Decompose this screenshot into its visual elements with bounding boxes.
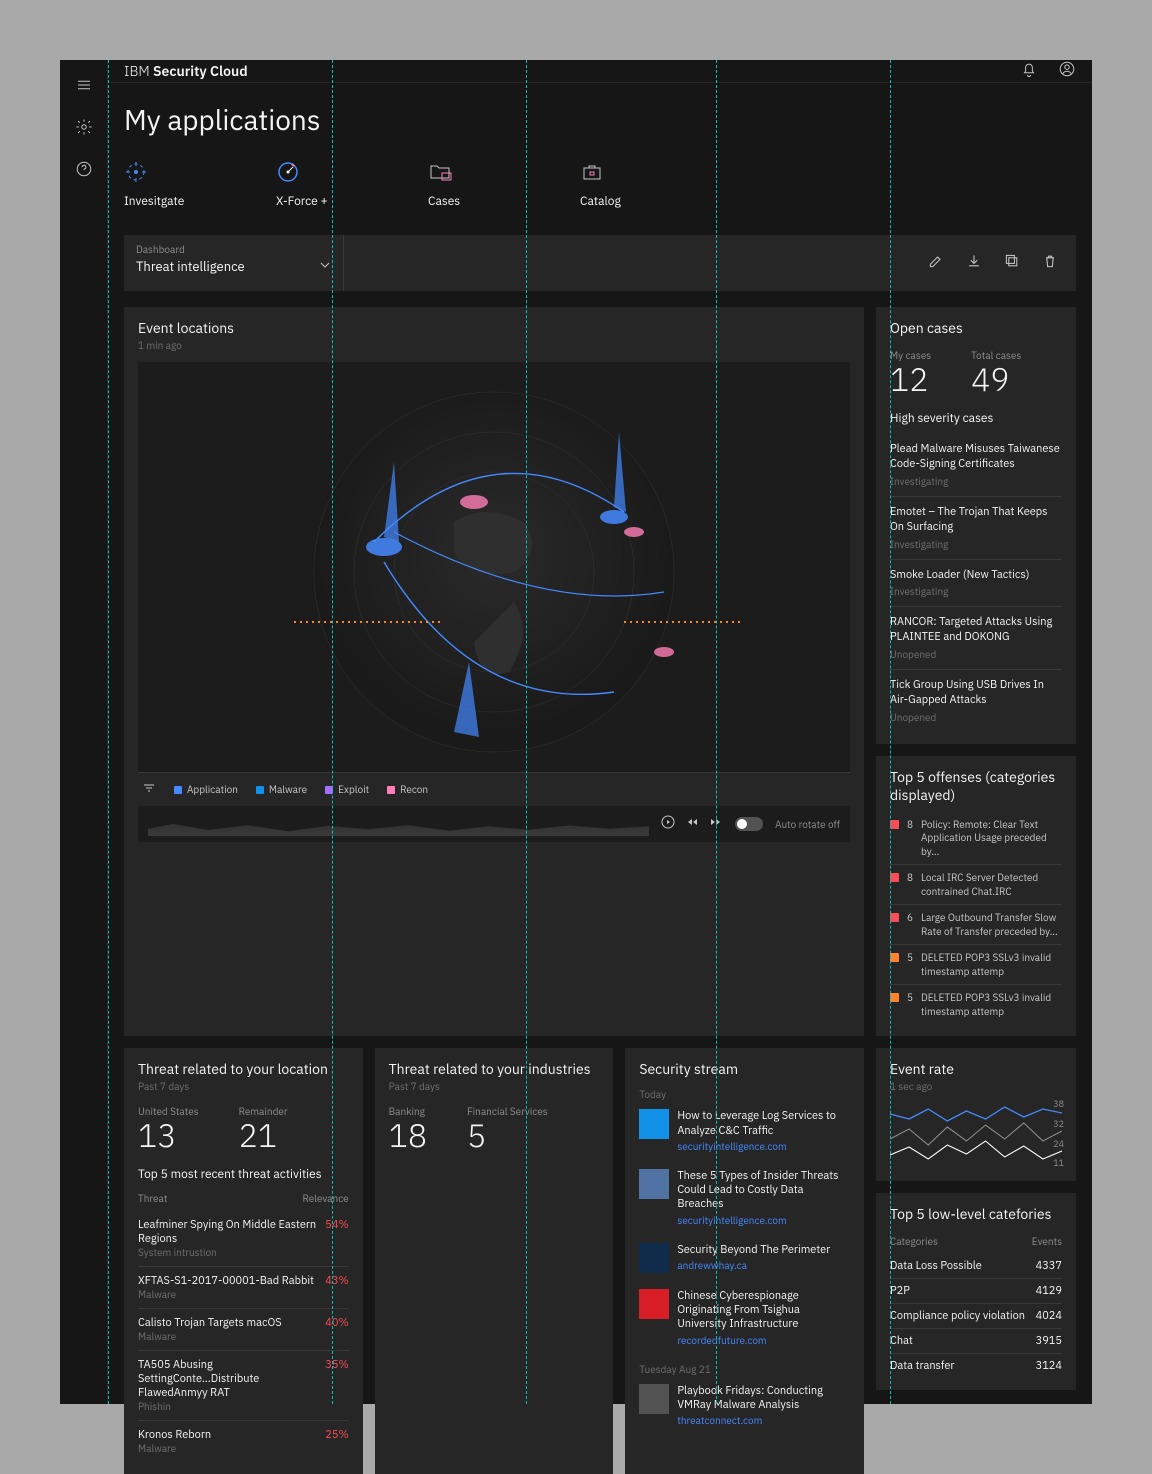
- threat-location-card: Threat related to your locationPast 7 da…: [124, 1048, 363, 1474]
- timeline-wave: [148, 812, 649, 836]
- stream-item[interactable]: Playbook Fridays: Conducting VMRay Malwa…: [639, 1376, 850, 1436]
- globe-legend: Application Malware Exploit Recon: [138, 772, 850, 806]
- main: IBM Security Cloud My applications Inves…: [108, 60, 1092, 1404]
- dashboard-bar: Dashboard Threat intelligence: [124, 235, 1076, 291]
- download-icon[interactable]: [966, 253, 982, 273]
- event-locations-card: Event locations 1 min ago: [124, 307, 864, 1036]
- threat-industries-card: Threat related to your industriesPast 7 …: [375, 1048, 614, 1474]
- apps-row: Invesitgate X-Force + Cases Catalog: [124, 160, 1076, 209]
- bell-icon[interactable]: [1020, 60, 1038, 82]
- help-icon[interactable]: [75, 160, 93, 182]
- category-row[interactable]: Data Loss Possible4337: [890, 1254, 1062, 1278]
- dashboard-actions: [928, 235, 1076, 291]
- stream-item[interactable]: Chinese Cyberespionage Originating From …: [639, 1281, 850, 1355]
- play-icon[interactable]: [661, 815, 675, 833]
- low-categories-card: Top 5 low-level catefories CategoriesEve…: [876, 1193, 1076, 1390]
- offense-row[interactable]: 8Policy: Remote: Clear Text Application …: [890, 812, 1062, 865]
- page-title: My applications: [124, 101, 1076, 138]
- threat-row[interactable]: XFTAS-S1-2017-00001-Bad RabbitMalware43%: [138, 1266, 349, 1308]
- app-frame: IBM Security Cloud My applications Inves…: [60, 60, 1092, 1404]
- category-row[interactable]: Data transfer3124: [890, 1353, 1062, 1378]
- high-severity-item[interactable]: Tick Group Using USB Drives In Air-Gappe…: [890, 669, 1062, 732]
- trash-icon[interactable]: [1042, 253, 1058, 273]
- globe-visualization[interactable]: [138, 362, 850, 772]
- offense-row[interactable]: 5DELETED POP3 SSLv3 invalid timestamp at…: [890, 984, 1062, 1024]
- threat-row[interactable]: TA505 Abusing SettingConte...Distribute …: [138, 1350, 349, 1420]
- threat-row[interactable]: Calisto Trojan Targets macOSMalware40%: [138, 1308, 349, 1350]
- stream-item[interactable]: These 5 Types of Insider Threats Could L…: [639, 1161, 850, 1235]
- rewind-icon[interactable]: [685, 815, 699, 833]
- event-rate-chart: 38322411: [890, 1099, 1062, 1169]
- edit-icon[interactable]: [928, 253, 944, 273]
- gauge-icon: [276, 160, 300, 184]
- chevron-down-icon: [319, 259, 331, 271]
- app-cases[interactable]: Cases: [428, 160, 508, 209]
- stream-item[interactable]: Security Beyond The Perimeterandrewwhay.…: [639, 1235, 850, 1281]
- high-severity-item[interactable]: Smoke Loader (New Tactics)Investigating: [890, 559, 1062, 607]
- left-rail: [60, 60, 108, 1404]
- auto-rotate-toggle[interactable]: [735, 817, 763, 831]
- threat-row[interactable]: Kronos RebornMalware25%: [138, 1420, 349, 1462]
- security-stream-card: Security stream Today How to Leverage Lo…: [625, 1048, 864, 1474]
- offense-row[interactable]: 5DELETED POP3 SSLv3 invalid timestamp at…: [890, 944, 1062, 984]
- app-investigate[interactable]: Invesitgate: [124, 160, 204, 209]
- gear-icon[interactable]: [75, 118, 93, 140]
- category-row[interactable]: P2P4129: [890, 1278, 1062, 1303]
- user-icon[interactable]: [1058, 60, 1076, 82]
- offense-row[interactable]: 6Large Outbound Transfer Slow Rate of Tr…: [890, 904, 1062, 944]
- dashboard-select[interactable]: Dashboard Threat intelligence: [124, 235, 344, 291]
- high-severity-item[interactable]: Plead Malware Misuses Taiwanese Code-Sig…: [890, 434, 1062, 496]
- offense-row[interactable]: 8Local IRC Server Detected contrained Ch…: [890, 864, 1062, 904]
- briefcase-icon: [580, 160, 604, 184]
- high-severity-item[interactable]: RANCOR: Targeted Attacks Using PLAINTEE …: [890, 606, 1062, 669]
- threat-row[interactable]: Leafminer Spying On Middle Eastern Regio…: [138, 1211, 349, 1266]
- menu-icon[interactable]: [75, 76, 93, 98]
- stream-item[interactable]: How to Leverage Log Services to Analyze …: [639, 1101, 850, 1161]
- open-cases-card: Open cases My cases12 Total cases49 High…: [876, 307, 1076, 744]
- brand: IBM Security Cloud: [124, 62, 248, 80]
- high-severity-item[interactable]: Emotet – The Trojan That Keeps On Surfac…: [890, 496, 1062, 559]
- category-row[interactable]: Compliance policy violation4024: [890, 1303, 1062, 1328]
- event-rate-card: Event rate1 sec ago 38322411: [876, 1048, 1076, 1181]
- globe-timeline[interactable]: Auto rotate off: [138, 806, 850, 842]
- dashboard-grid: Event locations 1 min ago: [124, 307, 1076, 1474]
- copy-icon[interactable]: [1004, 253, 1020, 273]
- filter-icon[interactable]: [142, 781, 156, 798]
- forward-icon[interactable]: [709, 815, 723, 833]
- folder-icon: [428, 160, 452, 184]
- offenses-card: Top 5 offenses (categories displayed) 8P…: [876, 756, 1076, 1037]
- category-row[interactable]: Chat3915: [890, 1328, 1062, 1353]
- crosshair-icon: [124, 160, 148, 184]
- app-xforce[interactable]: X-Force +: [276, 160, 356, 209]
- app-catalog[interactable]: Catalog: [580, 160, 660, 209]
- content: My applications Invesitgate X-Force + Ca…: [108, 83, 1092, 1474]
- topbar: IBM Security Cloud: [108, 60, 1092, 83]
